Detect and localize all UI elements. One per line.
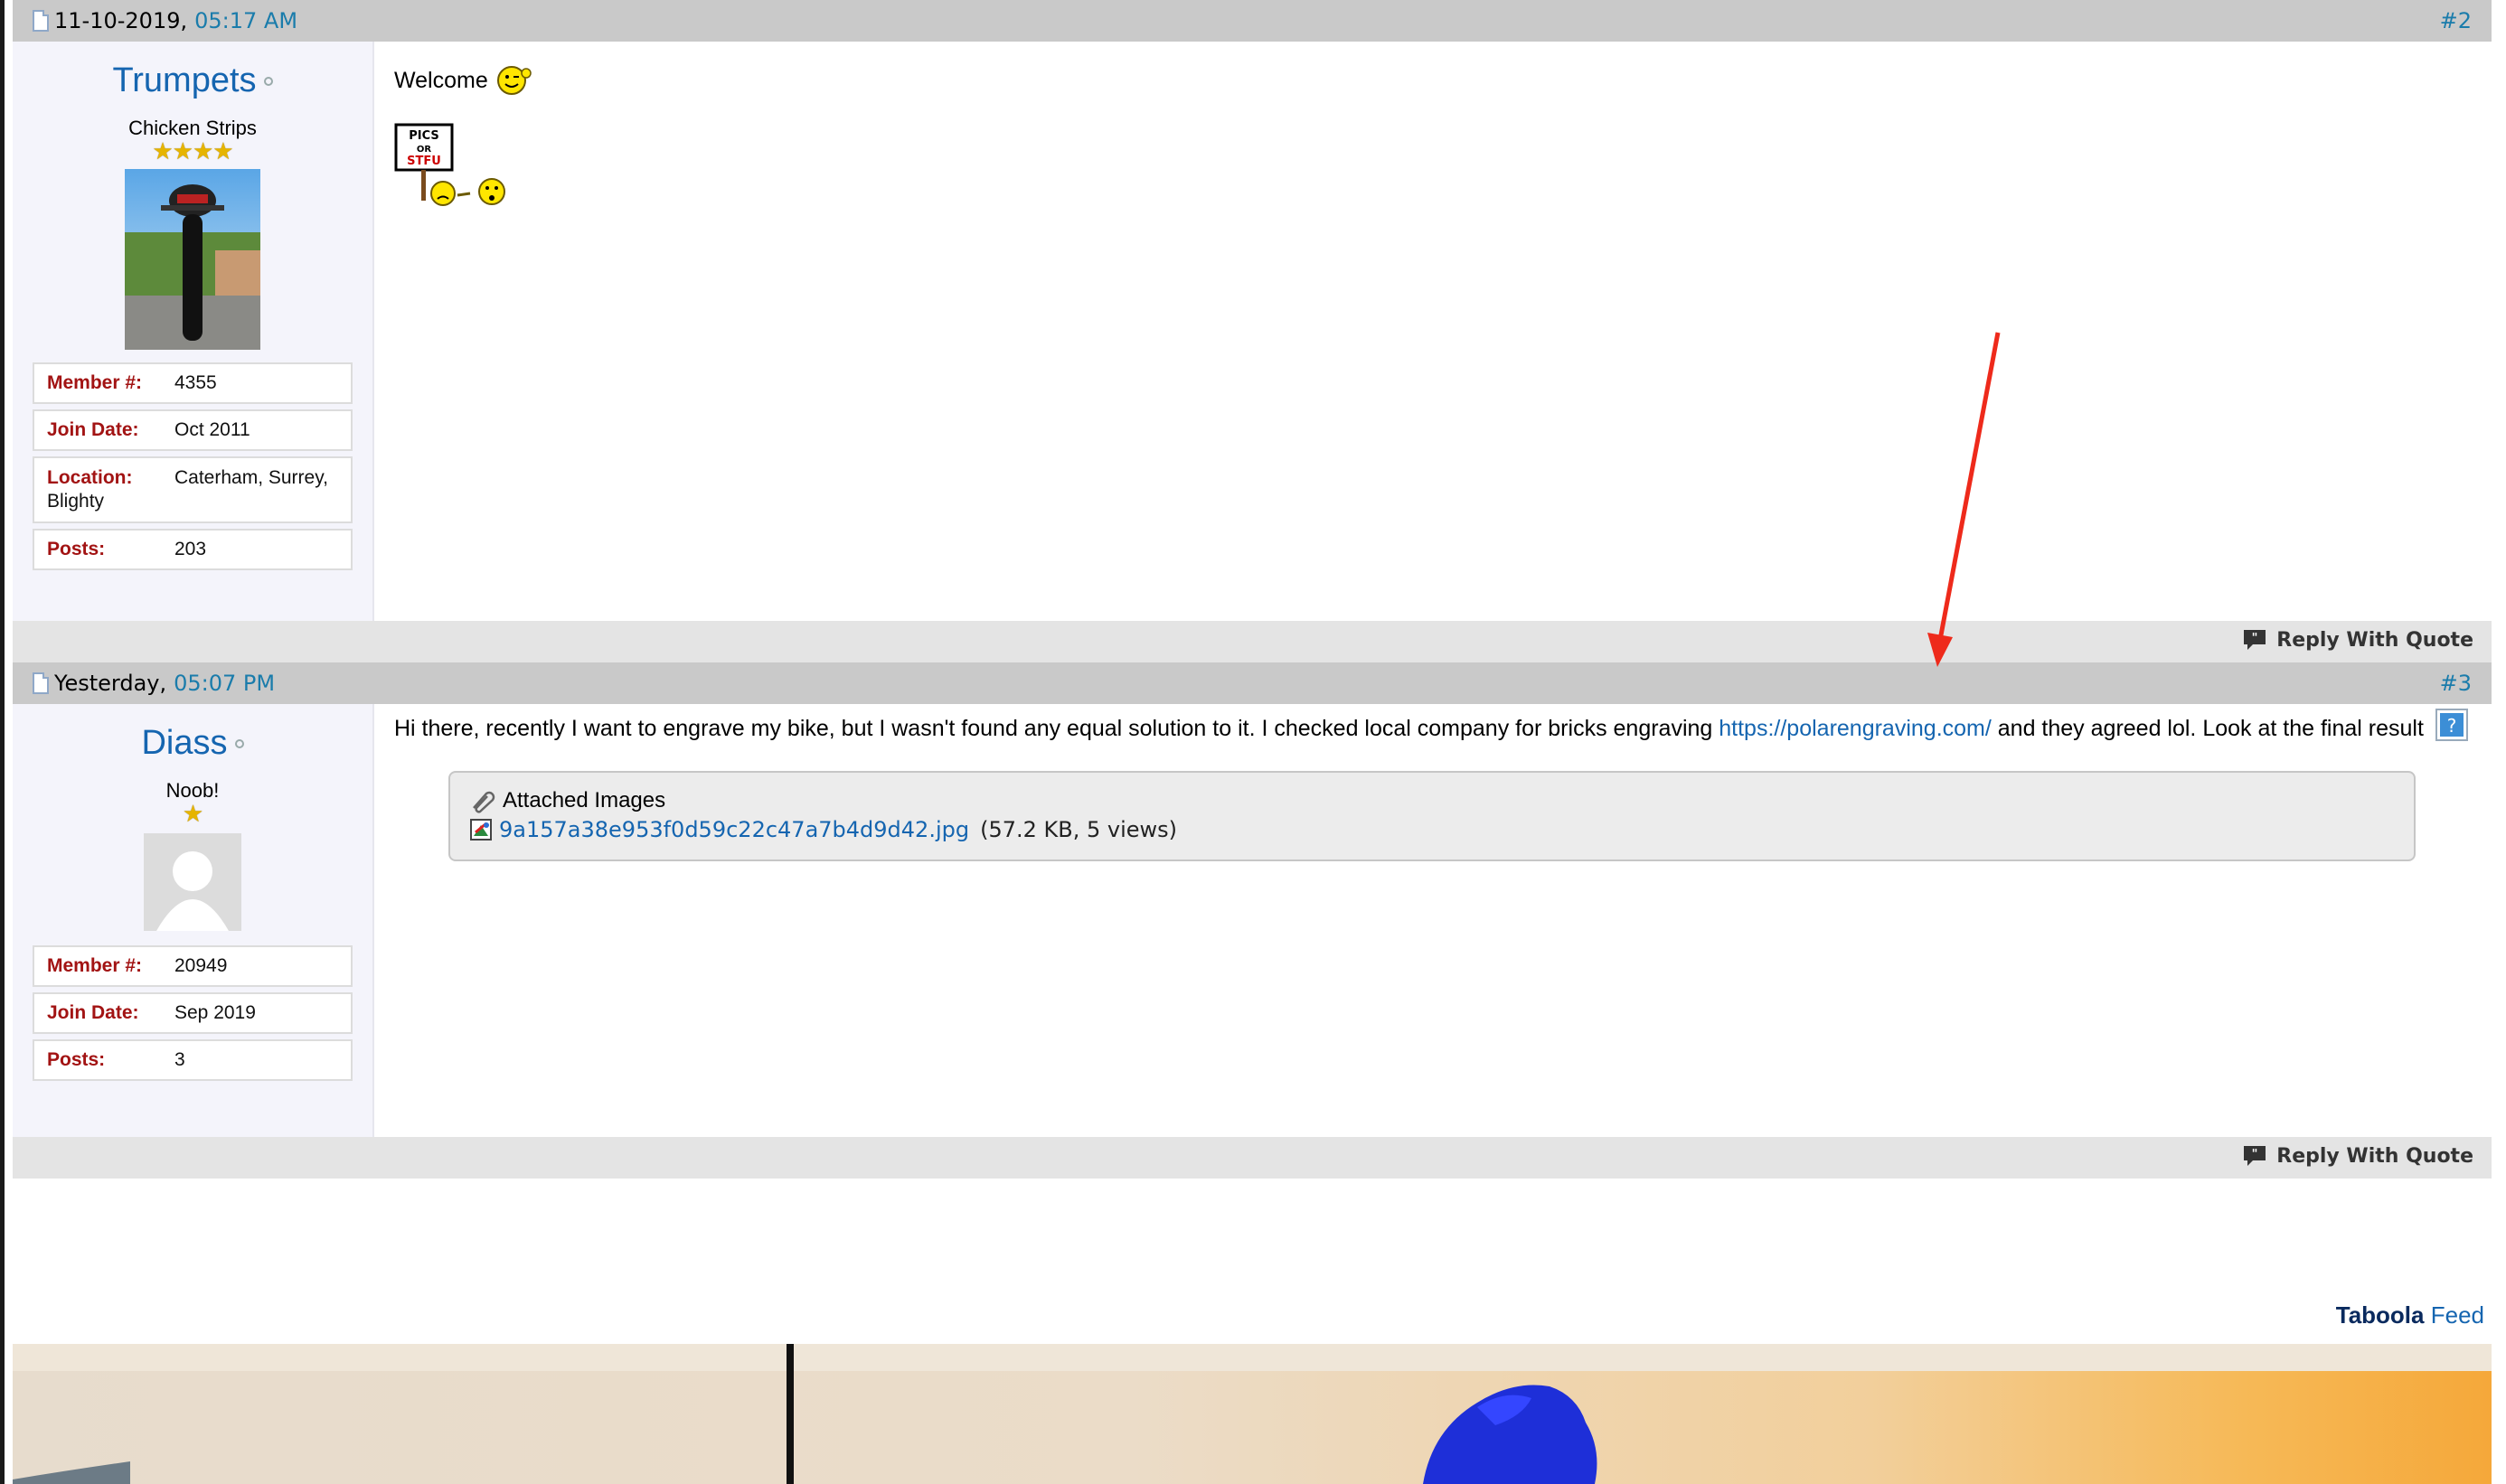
- post-message: Hi there, recently I want to engrave my …: [374, 704, 2492, 1137]
- post-number-link[interactable]: #3: [2440, 662, 2472, 704]
- post-body: Diass Noob! ★ Member #: 20949 Join Date:…: [13, 704, 2492, 1137]
- stat-location: Location: Caterham, Surrey, Blighty: [33, 456, 353, 523]
- taboola-feed[interactable]: Feed: [2431, 1301, 2484, 1329]
- page-left-border: [0, 0, 5, 1484]
- user-info-panel: Diass Noob! ★ Member #: 20949 Join Date:…: [13, 704, 374, 1137]
- attachment-meta: (57.2 KB, 5 views): [980, 817, 1178, 842]
- user-title: Chicken Strips: [128, 117, 257, 139]
- paperclip-icon: [473, 791, 495, 813]
- user-title: Noob!: [165, 779, 220, 802]
- stat-posts: Posts: 203: [33, 529, 353, 570]
- broken-image-placeholder-icon: ?: [2435, 709, 2468, 741]
- post-footer: " Reply With Quote: [13, 1137, 2492, 1179]
- post-header: Yesterday, 05:07 PM #3: [13, 662, 2492, 704]
- stat-member-number: Member #: 20949: [33, 945, 353, 987]
- quote-bubble-icon: ": [2244, 1146, 2266, 1166]
- stat-join-date: Join Date: Sep 2019: [33, 992, 353, 1034]
- svg-text:OR: OR: [417, 145, 432, 155]
- user-avatar[interactable]: [125, 169, 260, 350]
- post-footer: " Reply With Quote: [13, 621, 2492, 662]
- reply-with-quote-button[interactable]: " Reply With Quote: [2242, 628, 2473, 652]
- post-message: Welcome PICS OR STFU: [374, 42, 2492, 621]
- svg-text:?: ?: [2447, 715, 2457, 737]
- username-link[interactable]: Trumpets: [112, 61, 273, 100]
- message-text: Hi there, recently I want to engrave my …: [394, 716, 1719, 741]
- sponsored-banner-image[interactable]: [13, 1344, 2492, 1484]
- svg-text:": ": [2252, 632, 2258, 645]
- post-date: Yesterday,: [54, 671, 167, 696]
- rank-star-icon: ★: [182, 801, 203, 828]
- reply-with-quote-button[interactable]: " Reply With Quote: [2242, 1144, 2473, 1168]
- wink-smiley-icon: [496, 66, 532, 95]
- post-date: 11-10-2019,: [54, 8, 188, 33]
- attached-images-box: Attached Images 9a157a38e953f0d59c22c47a…: [448, 771, 2416, 861]
- taboola-feed-label[interactable]: Taboola Feed: [2336, 1301, 2484, 1329]
- stat-member-number: Member #: 4355: [33, 362, 353, 404]
- post-2: 11-10-2019, 05:17 AM #2 Trumpets Chicken…: [13, 0, 2492, 662]
- stat-join-date: Join Date: Oct 2011: [33, 409, 353, 451]
- offline-status-icon: [263, 76, 273, 86]
- post-3: Yesterday, 05:07 PM #3 Diass Noob! ★ Mem…: [13, 662, 2492, 1179]
- stat-posts: Posts: 3: [33, 1039, 353, 1081]
- post-header: 11-10-2019, 05:17 AM #2: [13, 0, 2492, 42]
- attachment-file-link[interactable]: 9a157a38e953f0d59c22c47a7b4d9d42.jpg: [499, 814, 969, 845]
- post-time: 05:07 PM: [174, 671, 276, 696]
- post-document-icon: [33, 10, 49, 32]
- post-time: 05:17 AM: [194, 8, 298, 33]
- image-file-icon: [470, 819, 492, 841]
- svg-text:STFU: STFU: [407, 155, 441, 168]
- polarengraving-link[interactable]: https://polarengraving.com/: [1719, 716, 1992, 741]
- post-body: Trumpets Chicken Strips ★★★★ Member #: 4…: [13, 42, 2492, 621]
- quote-bubble-icon: ": [2244, 630, 2266, 650]
- username-link[interactable]: Diass: [141, 724, 244, 763]
- post-number-link[interactable]: #2: [2440, 0, 2472, 42]
- default-avatar[interactable]: [144, 833, 241, 931]
- svg-text:PICS: PICS: [409, 129, 439, 143]
- pics-or-stfu-sign-icon: PICS OR STFU: [394, 123, 505, 206]
- taboola-brand[interactable]: Taboola: [2336, 1301, 2425, 1329]
- user-info-panel: Trumpets Chicken Strips ★★★★ Member #: 4…: [13, 42, 374, 621]
- message-text-end: and they agreed lol. Look at the final r…: [1991, 716, 2424, 741]
- offline-status-icon: [234, 738, 244, 748]
- svg-text:": ": [2252, 1148, 2258, 1161]
- rank-stars-icon: ★★★★: [152, 138, 233, 165]
- message-text: Welcome: [394, 68, 488, 93]
- post-document-icon: [33, 672, 49, 694]
- attached-images-title: Attached Images: [503, 788, 666, 812]
